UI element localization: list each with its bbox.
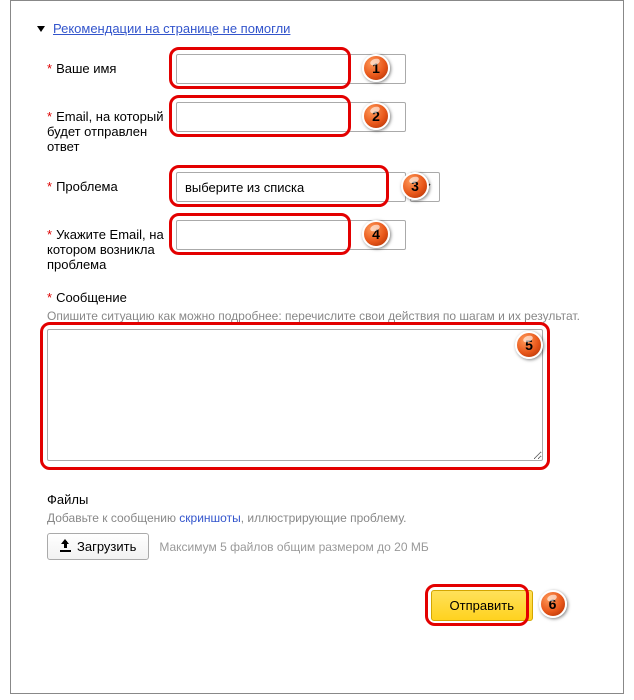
- row-email: *Email, на который будет отправлен ответ…: [41, 102, 593, 154]
- badge-3: 3: [401, 172, 429, 200]
- badge-4: 4: [362, 220, 390, 248]
- form-container: Рекомендации на странице не помогли *Ваш…: [10, 0, 624, 694]
- row-message: *Сообщение Опишите ситуацию как можно по…: [41, 290, 593, 464]
- chevron-down-icon: [37, 26, 45, 32]
- submit-button[interactable]: Отправить: [431, 590, 533, 621]
- problem-select-value: выберите из списка: [185, 180, 304, 195]
- upload-button[interactable]: Загрузить: [47, 533, 149, 560]
- badge-5: 5: [515, 331, 543, 359]
- label-account-email: *Укажите Email, на котором возникла проб…: [41, 220, 176, 272]
- label-problem: *Проблема: [41, 172, 176, 194]
- collapse-toggle[interactable]: Рекомендации на странице не помогли: [37, 21, 593, 36]
- badge-6: 6: [539, 590, 567, 618]
- screenshots-link[interactable]: скриншоты: [179, 511, 240, 525]
- upload-limit-text: Максимум 5 файлов общим размером до 20 М…: [159, 540, 428, 554]
- label-email: *Email, на который будет отправлен ответ: [41, 102, 176, 154]
- row-files: Файлы Добавьте к сообщению скриншоты, ил…: [41, 492, 593, 560]
- row-submit: Отправить 6: [41, 590, 593, 621]
- files-hint: Добавьте к сообщению скриншоты, иллюстри…: [47, 511, 593, 525]
- badge-2: 2: [362, 102, 390, 130]
- message-hint: Опишите ситуацию как можно подробнее: пе…: [47, 309, 593, 323]
- upload-button-label: Загрузить: [77, 539, 136, 554]
- label-name: *Ваше имя: [41, 54, 176, 76]
- label-files: Файлы: [47, 492, 593, 507]
- upload-icon: [60, 541, 71, 552]
- row-account-email: *Укажите Email, на котором возникла проб…: [41, 220, 593, 272]
- row-problem: *Проблема выберите из списка 3: [41, 172, 593, 202]
- label-message: *Сообщение: [47, 290, 593, 305]
- problem-select[interactable]: выберите из списка: [176, 172, 406, 202]
- collapse-link-text: Рекомендации на странице не помогли: [53, 21, 290, 36]
- row-name: *Ваше имя 1: [41, 54, 593, 84]
- message-textarea[interactable]: [47, 329, 543, 461]
- badge-1: 1: [362, 54, 390, 82]
